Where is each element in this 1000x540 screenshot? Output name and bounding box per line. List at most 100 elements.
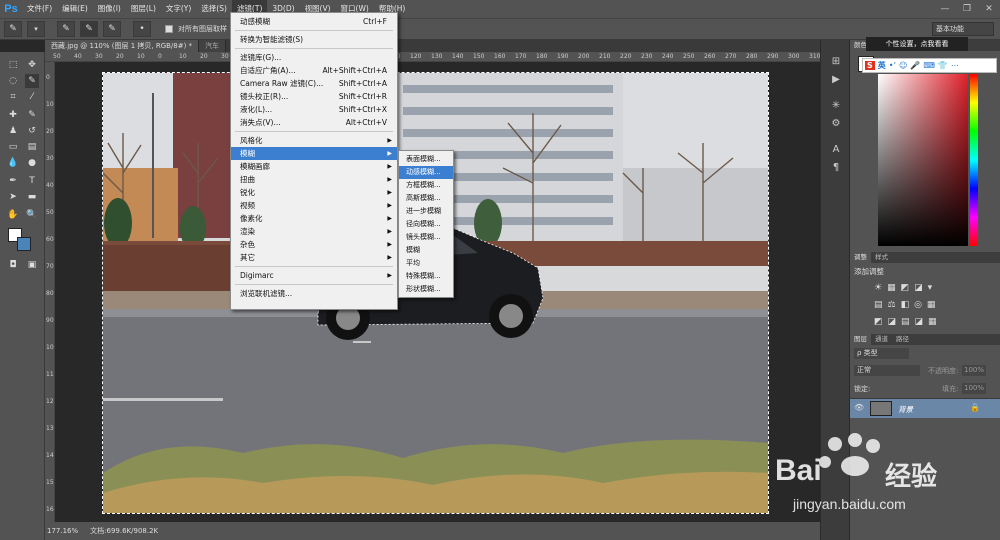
- dodge-tool-icon[interactable]: ●: [25, 156, 39, 170]
- filter-menu-item[interactable]: Camera Raw 滤镜(C)... Shift+Ctrl+A: [231, 77, 397, 90]
- filter-menu-item[interactable]: 模糊 ▶: [231, 147, 397, 160]
- menu-1[interactable]: 编辑(E): [57, 0, 93, 18]
- history-brush-icon[interactable]: ↺: [25, 124, 39, 138]
- layer-kind-filter[interactable]: ρ 类型: [854, 348, 909, 359]
- clone-source-icon[interactable]: ⚙: [829, 118, 843, 132]
- blur-submenu-item[interactable]: 表面模糊...: [399, 153, 453, 166]
- filter-menu-item[interactable]: 液化(L)... Shift+Ctrl+X: [231, 103, 397, 116]
- filter-menu-item[interactable]: 风格化 ▶: [231, 134, 397, 147]
- filter-menu-item[interactable]: 扭曲 ▶: [231, 173, 397, 186]
- paragraph-panel-icon[interactable]: ¶: [829, 162, 843, 176]
- emoji-icon[interactable]: ☺: [899, 61, 907, 70]
- blend-mode-select[interactable]: 正常: [854, 365, 920, 376]
- marquee-tool-icon[interactable]: ⬚: [6, 58, 20, 72]
- filter-menu-item[interactable]: Digimarc ▶: [231, 269, 397, 282]
- pen-tool-icon[interactable]: ✒: [6, 174, 20, 188]
- punctuation-icon[interactable]: •ʼ: [889, 61, 896, 70]
- skin-icon[interactable]: 👕: [938, 61, 948, 70]
- eyedropper-tool-icon[interactable]: ⁄: [25, 90, 39, 104]
- opacity-value[interactable]: 100%: [962, 365, 986, 376]
- filter-menu-item[interactable]: 镜头校正(R)... Shift+Ctrl+R: [231, 90, 397, 103]
- filter-menu-item[interactable]: 消失点(V)... Alt+Ctrl+V: [231, 116, 397, 129]
- ime-toolbar[interactable]: S 英 •ʼ ☺ 🎤 ⌨ 👕 ⋯: [862, 58, 997, 73]
- move-tool-icon[interactable]: ✥: [25, 58, 39, 72]
- visibility-eye-icon[interactable]: 👁: [854, 403, 864, 412]
- blur-tool-icon[interactable]: 💧: [6, 156, 20, 170]
- filter-menu-item[interactable]: 其它 ▶: [231, 251, 397, 264]
- tab-channels[interactable]: 通道: [871, 334, 892, 345]
- tab-adjustments[interactable]: 调整: [850, 252, 871, 263]
- ime-language[interactable]: 英: [878, 60, 886, 71]
- filter-menu-item[interactable]: 渲染 ▶: [231, 225, 397, 238]
- stamp-tool-icon[interactable]: ♟: [6, 124, 20, 138]
- color-spectrum[interactable]: [878, 74, 968, 246]
- filter-menu-item[interactable]: 动感模糊 Ctrl+F: [231, 15, 397, 28]
- character-panel-icon[interactable]: A: [829, 144, 843, 158]
- tools-icon[interactable]: ⋯: [951, 61, 959, 70]
- blur-submenu-item[interactable]: 高斯模糊...: [399, 192, 453, 205]
- filter-menu-item[interactable]: 滤镜库(G)...: [231, 51, 397, 64]
- lasso-tool-icon[interactable]: ◌: [6, 74, 20, 88]
- gradient-tool-icon[interactable]: ▤: [25, 140, 39, 154]
- quick-mask-icon[interactable]: ◘: [6, 258, 20, 272]
- zoom-level[interactable]: 177.16%: [47, 527, 78, 535]
- blur-submenu-item[interactable]: 方框模糊...: [399, 179, 453, 192]
- brush-size-button[interactable]: •: [133, 21, 151, 37]
- crop-tool-icon[interactable]: ⌗: [6, 90, 20, 104]
- menu-3[interactable]: 图层(L): [126, 0, 161, 18]
- actions-panel-icon[interactable]: ▶: [829, 74, 843, 88]
- hand-tool-icon[interactable]: ✋: [6, 208, 20, 222]
- background-color-swatch[interactable]: [17, 237, 31, 251]
- path-select-tool-icon[interactable]: ➤: [6, 190, 20, 204]
- blur-submenu-item[interactable]: 形状模糊...: [399, 283, 453, 296]
- blur-submenu-item[interactable]: 动感模糊...: [399, 166, 453, 179]
- new-selection-icon[interactable]: ✎: [57, 21, 75, 37]
- blur-submenu-item[interactable]: 进一步模糊: [399, 205, 453, 218]
- blur-submenu-item[interactable]: 模糊: [399, 244, 453, 257]
- filter-menu-item[interactable]: 模糊画廊 ▶: [231, 160, 397, 173]
- layer-row[interactable]: 👁 背景 🔒: [850, 398, 1000, 418]
- filter-menu-item[interactable]: 自适应广角(A)... Alt+Shift+Ctrl+A: [231, 64, 397, 77]
- screen-mode-icon[interactable]: ▣: [25, 258, 39, 272]
- blur-submenu-item[interactable]: 平均: [399, 257, 453, 270]
- shape-tool-icon[interactable]: ▬: [25, 190, 39, 204]
- menu-2[interactable]: 图像(I): [93, 0, 126, 18]
- tab-paths[interactable]: 路径: [892, 334, 913, 345]
- minimize-icon[interactable]: —: [934, 0, 956, 18]
- menu-0[interactable]: 文件(F): [22, 0, 57, 18]
- blur-submenu-item[interactable]: 特殊模糊...: [399, 270, 453, 283]
- blur-submenu-item[interactable]: 径向模糊...: [399, 218, 453, 231]
- menu-5[interactable]: 选择(S): [196, 0, 232, 18]
- workspace-select[interactable]: 基本功能: [932, 22, 994, 36]
- subtract-selection-icon[interactable]: ✎: [103, 21, 121, 37]
- blur-submenu-item[interactable]: 镜头模糊...: [399, 231, 453, 244]
- history-panel-icon[interactable]: ⊞: [829, 56, 843, 70]
- filter-menu-item[interactable]: 像素化 ▶: [231, 212, 397, 225]
- add-selection-icon[interactable]: ✎: [80, 21, 98, 37]
- voice-icon[interactable]: 🎤: [910, 61, 920, 70]
- type-tool-icon[interactable]: T: [25, 174, 39, 188]
- hue-slider[interactable]: [970, 74, 978, 246]
- filter-menu-item[interactable]: 浏览联机滤镜...: [231, 287, 397, 300]
- tab-document-2[interactable]: 汽车: [199, 40, 227, 52]
- tab-layers[interactable]: 图层: [850, 334, 871, 345]
- brush-panel-icon[interactable]: ✳: [829, 100, 843, 114]
- sample-all-layers-checkbox[interactable]: [165, 25, 173, 33]
- filter-menu-item[interactable]: 杂色 ▶: [231, 238, 397, 251]
- filter-menu-item[interactable]: 锐化 ▶: [231, 186, 397, 199]
- tab-styles[interactable]: 样式: [871, 252, 892, 263]
- eraser-tool-icon[interactable]: ▭: [6, 140, 20, 154]
- brush-tool-icon[interactable]: ✎: [25, 108, 39, 122]
- zoom-tool-icon[interactable]: 🔍: [25, 208, 39, 222]
- filter-menu-item[interactable]: 视频 ▶: [231, 199, 397, 212]
- restore-icon[interactable]: ❐: [956, 0, 978, 18]
- tab-document-1[interactable]: 西藏.jpg @ 110% (图层 1 拷贝, RGB/8#) *: [45, 40, 200, 52]
- quick-selection-tool-icon[interactable]: ✎: [25, 74, 39, 88]
- brush-mode-icon[interactable]: ▾: [27, 21, 45, 37]
- filter-menu-item[interactable]: 转换为智能滤镜(S): [231, 33, 397, 46]
- close-icon[interactable]: ✕: [978, 0, 1000, 18]
- brush-preset-button[interactable]: ✎: [4, 21, 22, 37]
- fill-value[interactable]: 100%: [962, 383, 986, 394]
- menu-4[interactable]: 文字(Y): [161, 0, 196, 18]
- healing-tool-icon[interactable]: ✚: [6, 108, 20, 122]
